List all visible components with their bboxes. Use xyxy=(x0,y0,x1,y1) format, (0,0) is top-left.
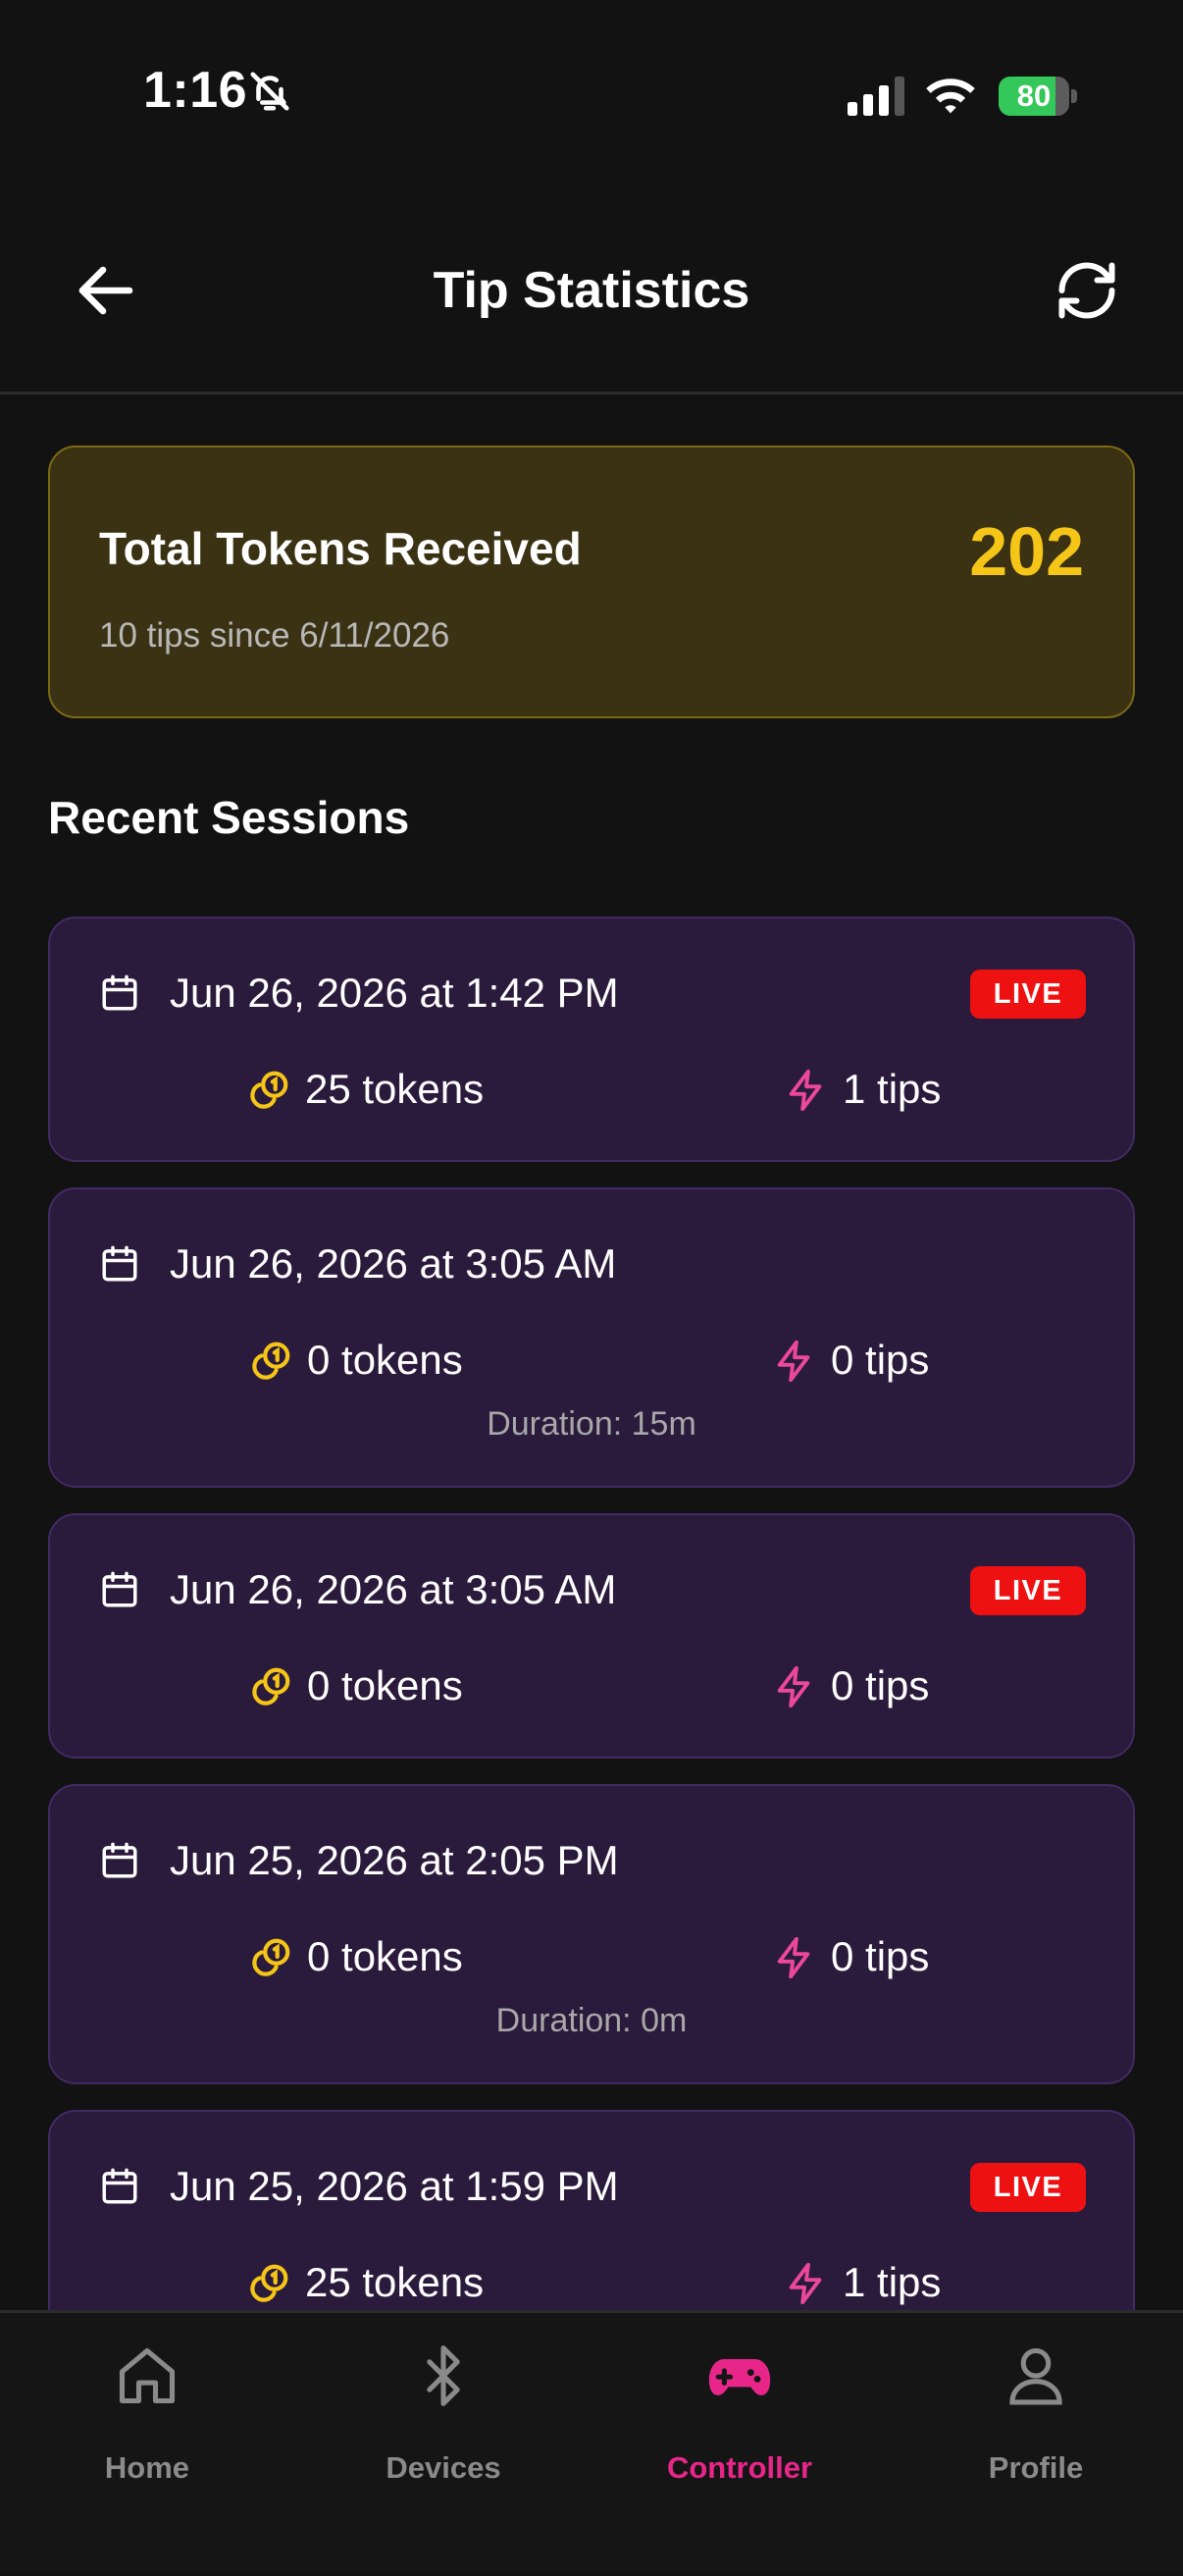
total-tokens-label: Total Tokens Received xyxy=(99,523,582,574)
refresh-icon[interactable] xyxy=(1052,255,1122,326)
coins-icon xyxy=(252,1341,290,1380)
lightning-icon xyxy=(789,1069,822,1112)
tab-controller[interactable]: Controller xyxy=(592,2313,887,2576)
session-card[interactable]: Jun 26, 2026 at 3:05 AM LIVE 0 tokens 0 … xyxy=(48,1513,1135,1759)
session-date: Jun 25, 2026 at 1:59 PM xyxy=(170,2163,619,2209)
coins-icon xyxy=(252,1938,290,1976)
status-bar: 1:16 80 xyxy=(0,0,1183,192)
session-duration: Duration: 15m xyxy=(487,1405,696,1443)
cellular-signal-icon xyxy=(848,77,904,116)
tips-since-text: 10 tips since 6/11/2026 xyxy=(99,616,450,655)
total-tokens-card: Total Tokens Received 202 10 tips since … xyxy=(48,446,1135,718)
session-card[interactable]: Jun 26, 2026 at 3:05 AM 0 tokens 0 tips … xyxy=(48,1187,1135,1488)
lightning-icon xyxy=(789,2262,822,2305)
session-date: Jun 25, 2026 at 2:05 PM xyxy=(170,1837,619,1883)
home-icon xyxy=(119,2347,176,2404)
battery-indicator: 80 xyxy=(999,77,1077,116)
session-tokens: 25 tokens xyxy=(305,2259,485,2305)
session-card[interactable]: Jun 25, 2026 at 1:59 PM LIVE 25 tokens 1… xyxy=(48,2110,1135,2310)
calendar-icon xyxy=(102,1842,137,1878)
session-tokens: 25 tokens xyxy=(305,1066,485,1112)
page-title: Tip Statistics xyxy=(433,262,750,319)
tab-label: Devices xyxy=(386,2450,501,2485)
tab-label: Home xyxy=(104,2450,190,2485)
tab-label: Controller xyxy=(666,2450,813,2485)
bell-muted-icon xyxy=(250,72,289,111)
tab-home[interactable]: Home xyxy=(0,2313,294,2576)
session-tokens: 0 tokens xyxy=(307,1662,463,1709)
status-time: 1:16 xyxy=(143,62,248,119)
session-tokens: 0 tokens xyxy=(307,1337,463,1383)
gamepad-icon xyxy=(708,2359,771,2395)
bottom-tab-bar: Home Devices Controller Profile xyxy=(0,2310,1183,2573)
live-badge: LIVE xyxy=(970,970,1086,1019)
coins-icon xyxy=(252,1667,290,1706)
calendar-icon xyxy=(102,1245,137,1282)
session-date: Jun 26, 2026 at 3:05 AM xyxy=(170,1566,617,1612)
calendar-icon xyxy=(102,974,137,1011)
user-icon xyxy=(1009,2347,1062,2405)
lightning-icon xyxy=(777,1340,810,1383)
session-tips: 1 tips xyxy=(843,2259,942,2305)
lightning-icon xyxy=(777,1936,810,1979)
coins-icon xyxy=(250,1071,288,1109)
calendar-icon xyxy=(102,2168,137,2204)
tab-label: Profile xyxy=(988,2450,1084,2485)
recent-sessions-title: Recent Sessions xyxy=(48,792,410,843)
session-tips: 0 tips xyxy=(831,1337,930,1383)
session-tips: 1 tips xyxy=(843,1066,942,1112)
session-card[interactable]: Jun 25, 2026 at 2:05 PM 0 tokens 0 tips … xyxy=(48,1784,1135,2084)
session-tips: 0 tips xyxy=(831,1662,930,1709)
calendar-icon xyxy=(102,1571,137,1607)
coins-icon xyxy=(250,2264,288,2302)
bluetooth-icon xyxy=(427,2345,460,2406)
session-date: Jun 26, 2026 at 1:42 PM xyxy=(170,970,619,1016)
tab-profile[interactable]: Profile xyxy=(889,2313,1183,2576)
session-tokens: 0 tokens xyxy=(307,1933,463,1979)
live-badge: LIVE xyxy=(970,2163,1086,2212)
sessions-list[interactable]: Jun 26, 2026 at 1:42 PM LIVE 25 tokens 1… xyxy=(48,917,1135,2310)
live-badge: LIVE xyxy=(970,1566,1086,1615)
tab-devices[interactable]: Devices xyxy=(296,2313,591,2576)
lightning-icon xyxy=(777,1665,810,1709)
session-date: Jun 26, 2026 at 3:05 AM xyxy=(170,1240,617,1287)
session-duration: Duration: 0m xyxy=(495,2002,688,2039)
header: Tip Statistics xyxy=(0,192,1183,394)
battery-level-text: 80 xyxy=(1016,79,1052,113)
wifi-icon xyxy=(926,79,975,114)
total-tokens-value: 202 xyxy=(969,513,1084,590)
session-card[interactable]: Jun 26, 2026 at 1:42 PM LIVE 25 tokens 1… xyxy=(48,917,1135,1162)
session-tips: 0 tips xyxy=(831,1933,930,1979)
